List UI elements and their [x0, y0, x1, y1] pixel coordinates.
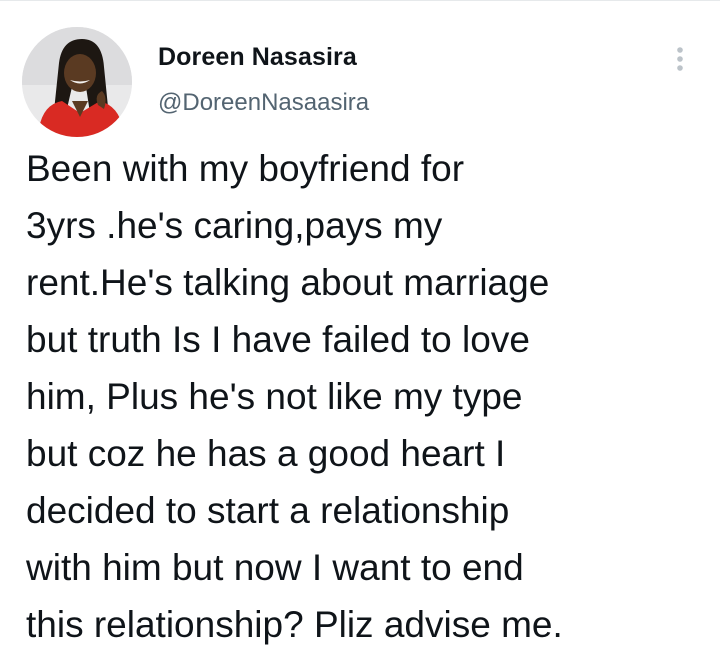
tweet-line: 3yrs .he's caring,pays my [26, 205, 443, 246]
tweet-line: rent.He's talking about marriage [26, 262, 550, 303]
more-options-button[interactable] [664, 43, 696, 75]
tweet-line: this relationship? Pliz advise me. [26, 604, 563, 645]
avatar[interactable] [22, 27, 132, 137]
author-handle[interactable]: @DoreenNasaasira [158, 89, 369, 117]
author-display-name[interactable]: Doreen Nasasira [158, 43, 357, 72]
tweet-text: Been with my boyfriend for 3yrs .he's ca… [26, 140, 706, 646]
tweet-line: decided to start a relationship [26, 490, 510, 531]
tweet-line: but truth Is I have failed to love [26, 319, 530, 360]
top-divider [0, 0, 720, 1]
tweet-line: Been with my boyfriend for [26, 148, 465, 189]
tweet-line: with him but now I want to end [26, 547, 524, 588]
tweet-line: him, Plus he's not like my type [26, 376, 523, 417]
avatar-photo [22, 27, 132, 137]
more-vertical-icon [677, 47, 683, 71]
tweet-line: but coz he has a good heart I [26, 433, 506, 474]
